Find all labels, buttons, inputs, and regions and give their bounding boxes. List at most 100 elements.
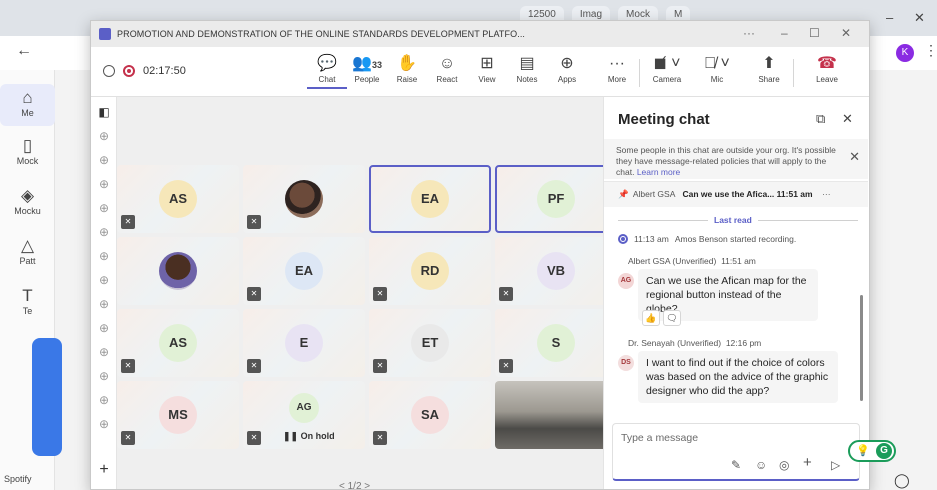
format-icon[interactable]: ✎ [731, 458, 741, 472]
bulb-icon: 💡 [856, 445, 870, 457]
participant-tile[interactable]: AS ✕ [117, 309, 239, 377]
globe-icon[interactable]: ⊕ [95, 249, 113, 267]
participant-initials: EA [411, 180, 449, 218]
raise-hand-button[interactable]: ✋ Raise [387, 53, 427, 84]
participant-tile[interactable]: ET ✕ [369, 309, 491, 377]
leave-button[interactable]: ☎ Leave [807, 53, 847, 84]
participant-tile[interactable] [117, 237, 239, 305]
chat-scrollbar[interactable] [860, 295, 863, 401]
participant-tile[interactable]: RD ✕ [369, 237, 491, 305]
share-button[interactable]: ⬆ Share [749, 53, 789, 84]
window-more-icon[interactable]: ··· [743, 26, 755, 40]
attach-plus-icon[interactable]: + [803, 454, 812, 471]
mic-muted-icon: ✕ [121, 359, 135, 373]
chat-title: Meeting chat [618, 111, 710, 128]
react-button[interactable]: ☺ React [427, 53, 467, 84]
participant-tile[interactable]: PF [495, 165, 617, 233]
participant-tile[interactable]: MS ✕ [117, 381, 239, 449]
send-icon[interactable]: ▷ [831, 458, 840, 472]
globe-icon[interactable]: ⊕ [95, 201, 113, 219]
globe-icon[interactable]: ⊕ [95, 225, 113, 243]
notes-button[interactable]: ▤ Notes [507, 53, 547, 84]
rail-panel-icon[interactable]: ◧ [95, 105, 113, 123]
left-app-item[interactable]: ◈ Mocku [0, 186, 55, 216]
participant-tile[interactable]: SA ✕ [369, 381, 491, 449]
pinned-message[interactable]: 📌 Albert GSA Can we use the Afica... 11:… [604, 181, 868, 207]
chat-bubble-icon[interactable]: ◯ [894, 472, 910, 489]
recording-icon [618, 234, 628, 244]
minimize-icon[interactable]: – [886, 10, 893, 25]
shapes-icon: △ [20, 236, 35, 255]
participant-initials: S [537, 324, 575, 362]
hand-icon: ✋ [397, 55, 417, 72]
close-icon[interactable]: ✕ [914, 10, 925, 26]
globe-icon[interactable]: ⊕ [95, 153, 113, 171]
participant-initials: AS [159, 324, 197, 362]
system-message: 11:13 am Amos Benson started recording. [618, 234, 796, 244]
emoji-icon[interactable]: ☺ [755, 458, 767, 472]
popout-icon[interactable]: ⧉ [816, 111, 825, 127]
meeting-side-rail: ◧ ⊕ ⊕ ⊕ ⊕ ⊕ ⊕ ⊕ ⊕ ⊕ ⊕ ⊕ ⊕ ⊕ + [91, 97, 117, 489]
window-minimize-icon[interactable]: – [781, 26, 788, 40]
left-app-item[interactable]: T Te [0, 286, 55, 316]
chat-message[interactable]: I want to find out if the choice of colo… [638, 351, 838, 403]
mic-muted-icon: ✕ [373, 287, 387, 301]
globe-icon[interactable]: ⊕ [95, 129, 113, 147]
participant-tile[interactable]: EA [369, 165, 491, 233]
globe-icon[interactable]: ⊕ [95, 177, 113, 195]
back-arrow-icon[interactable]: ← [16, 42, 32, 60]
participant-tile[interactable]: AG ✕ ❚❚ On hold [243, 381, 365, 449]
learn-more-link[interactable]: Learn more [637, 167, 680, 177]
cube-icon: ◈ [20, 186, 35, 205]
message-input[interactable] [621, 432, 821, 444]
globe-icon[interactable]: ⊕ [95, 369, 113, 387]
globe-icon[interactable]: ⊕ [95, 393, 113, 411]
left-app-item[interactable]: ▯ Mock [0, 136, 55, 166]
window-close-icon[interactable]: ✕ [841, 26, 851, 40]
globe-icon[interactable]: ⊕ [95, 345, 113, 363]
view-button[interactable]: ⊞ View [467, 53, 507, 84]
globe-icon[interactable]: ⊕ [95, 321, 113, 339]
camera-button[interactable]: ◼̸ ˅ Camera [647, 53, 687, 84]
dismiss-notice-icon[interactable]: ✕ [849, 150, 860, 163]
participant-photo [159, 252, 197, 290]
add-icon[interactable]: + [95, 461, 113, 479]
globe-icon[interactable]: ⊕ [95, 273, 113, 291]
globe-icon[interactable]: ⊕ [95, 417, 113, 435]
mic-button[interactable]: 🎙̸ ˅ Mic [697, 53, 737, 84]
pinned-more-icon[interactable]: ··· [822, 189, 831, 199]
page-indicator[interactable]: < 1/2 > [339, 481, 370, 490]
participant-initials: AS [159, 180, 197, 218]
participant-tile[interactable]: S ✕ [495, 309, 617, 377]
add-reaction-icon[interactable]: 🗨 [663, 310, 681, 326]
avatar[interactable]: DS [618, 355, 634, 371]
participant-tile[interactable]: ✕ [243, 165, 365, 233]
participant-tile[interactable]: VB ✕ [495, 237, 617, 305]
profile-avatar[interactable]: K [896, 44, 914, 62]
message-meta: Albert GSA (Unverified) 11:51 am [628, 256, 756, 266]
close-chat-icon[interactable]: ✕ [842, 111, 853, 127]
participant-initials: VB [537, 252, 575, 290]
grammarly-widget[interactable]: 💡 G [848, 440, 896, 462]
browser-menu-icon[interactable]: ⋮ [924, 42, 937, 59]
left-app-item[interactable]: ⌂ Me [0, 84, 55, 126]
spotify-label[interactable]: Spotify [0, 474, 55, 484]
participant-tile[interactable]: EA ✕ [243, 237, 365, 305]
avatar[interactable]: AG [618, 273, 634, 289]
window-maximize-icon[interactable]: ☐ [809, 26, 820, 40]
mic-muted-icon: ✕ [247, 287, 261, 301]
more-button[interactable]: ··· More [597, 53, 637, 84]
left-app-item[interactable]: △ Patt [0, 236, 55, 266]
loop-icon[interactable]: ◎ [779, 458, 789, 472]
window-title: PROMOTION AND DEMONSTRATION OF THE ONLIN… [117, 29, 526, 39]
globe-icon[interactable]: ⊕ [95, 297, 113, 315]
thumbs-up-reaction[interactable]: 👍 [642, 310, 660, 326]
chat-button[interactable]: 💬 Chat [307, 53, 347, 89]
participant-tile[interactable]: E ✕ [243, 309, 365, 377]
promo-card[interactable] [32, 338, 62, 456]
participant-tile[interactable]: AS ✕ [117, 165, 239, 233]
participant-tile[interactable] [495, 381, 617, 449]
people-button[interactable]: 👥33 People [347, 53, 387, 84]
apps-button[interactable]: ⊕ Apps [547, 53, 587, 84]
recording-indicator: 02:17:50 [103, 65, 186, 77]
